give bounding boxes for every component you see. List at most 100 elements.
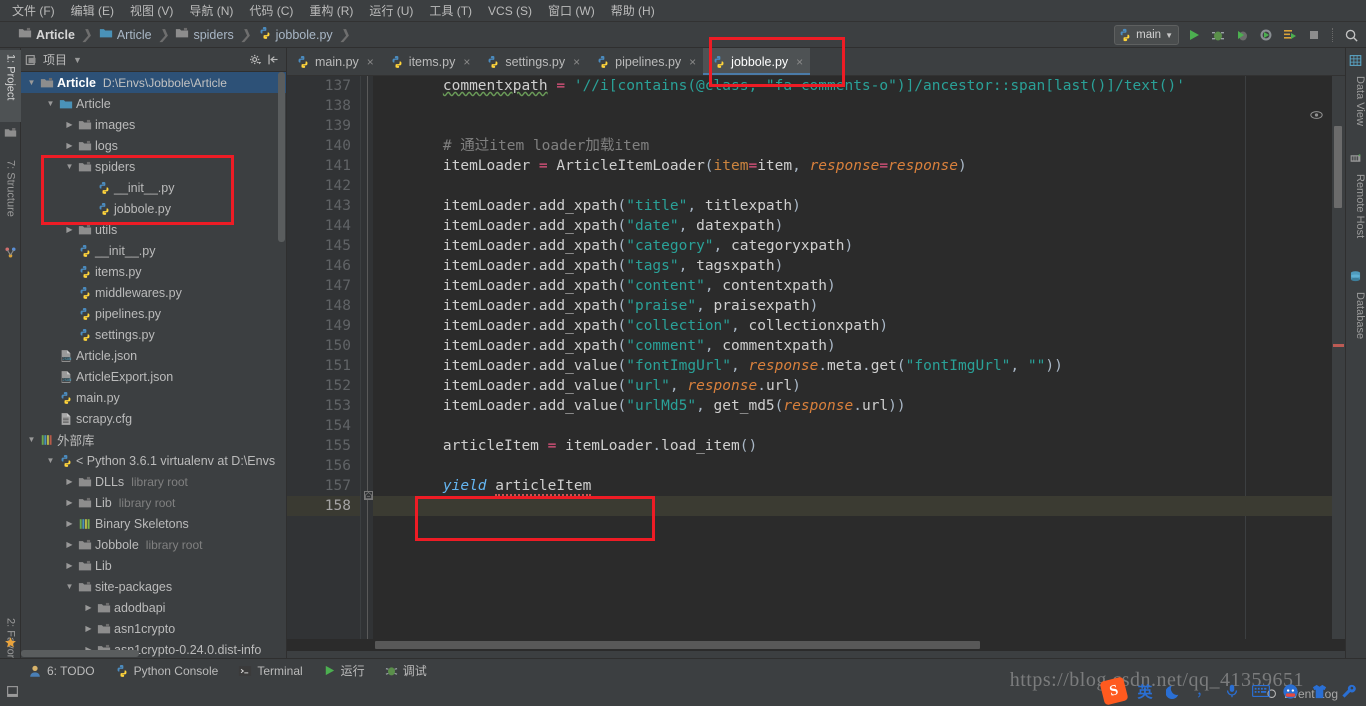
run-configuration-selector[interactable]: main ▼ [1114, 25, 1179, 45]
tree-node-Article-json[interactable]: JSON Article.json [21, 345, 286, 366]
close-icon[interactable]: × [367, 55, 374, 69]
sogou-account-icon[interactable] [1280, 681, 1300, 701]
chevron-down-icon[interactable]: ▼ [44, 456, 57, 465]
search-everywhere-button[interactable] [1342, 26, 1360, 44]
breadcrumb-item-Article[interactable]: Article [18, 26, 75, 43]
tree-node-__init__-py[interactable]: __init__.py [21, 177, 286, 198]
skin-icon[interactable] [1309, 681, 1329, 701]
editor-tab-pipelines-py[interactable]: pipelines.py × [587, 48, 703, 75]
tree-node-middlewares-py[interactable]: middlewares.py [21, 282, 286, 303]
line-number[interactable]: 144 [287, 216, 360, 236]
line-number[interactable]: 141 [287, 156, 360, 176]
chevron-right-icon[interactable]: ▶ [63, 141, 76, 150]
editor-code-area[interactable]: commentxpath = '//i[contains(@class, "fa… [373, 76, 1345, 651]
chinese-english-toggle-icon[interactable]: 英 [1135, 681, 1155, 701]
line-number[interactable]: 143 [287, 196, 360, 216]
tree-node-Binary-Skeletons[interactable]: ▶ Binary Skeletons [21, 513, 286, 534]
code-line[interactable]: itemLoader.add_xpath("collection", colle… [373, 316, 1345, 336]
tree-node-adodbapi[interactable]: ▶ adodbapi [21, 597, 286, 618]
tree-node-__init__-py[interactable]: __init__.py [21, 240, 286, 261]
chevron-right-icon[interactable]: ▶ [63, 540, 76, 549]
editor-vertical-scrollbar-thumb[interactable] [1334, 126, 1342, 208]
line-number[interactable]: 145 [287, 236, 360, 256]
line-number[interactable]: 156 [287, 456, 360, 476]
breadcrumb-item-jobbole-py[interactable]: jobbole.py [258, 26, 333, 43]
code-line[interactable]: itemLoader.add_xpath("praise", praisexpa… [373, 296, 1345, 316]
menu-window[interactable]: 窗口 (W) [540, 1, 603, 21]
tool-window-python-console[interactable]: Python Console [115, 664, 218, 678]
code-line[interactable] [373, 496, 1345, 516]
tree-node-Lib[interactable]: ▶ Lib [21, 555, 286, 576]
tree-node-utils[interactable]: ▶ utils [21, 219, 286, 240]
code-line[interactable]: itemLoader.add_xpath("date", datexpath) [373, 216, 1345, 236]
tree-node-Article[interactable]: ▼ Article [21, 93, 286, 114]
code-line[interactable]: itemLoader.add_xpath("comment", commentx… [373, 336, 1345, 356]
code-line[interactable] [373, 176, 1345, 196]
line-number[interactable]: 137 [287, 76, 360, 96]
tree-node-ArticleExport-json[interactable]: JSON ArticleExport.json [21, 366, 286, 387]
code-line[interactable]: itemLoader.add_xpath("title", titlexpath… [373, 196, 1345, 216]
code-line[interactable]: itemLoader.add_xpath("tags", tagsxpath) [373, 256, 1345, 276]
tools-icon[interactable] [1338, 681, 1358, 701]
menu-refactor[interactable]: 重构 (R) [301, 1, 361, 21]
chevron-right-icon[interactable]: ▶ [63, 477, 76, 486]
editor-tab-jobbole-py[interactable]: jobbole.py × [703, 48, 811, 75]
menu-vcs[interactable]: VCS (S) [480, 1, 540, 21]
menu-navigate[interactable]: 导航 (N) [181, 1, 241, 21]
tool-window-terminal[interactable]: Terminal [238, 664, 303, 678]
code-line[interactable]: yield articleItem [373, 476, 1345, 496]
inspection-eye-icon[interactable] [1310, 107, 1323, 125]
project-tree[interactable]: ▼ Article D:\Envs\Jobbole\Article ▼ Article ▶… [21, 72, 286, 658]
hide-window-icon[interactable] [6, 685, 19, 703]
menu-edit[interactable]: 编辑 (E) [63, 1, 122, 21]
tree-node-jobbole-py[interactable]: jobbole.py [21, 198, 286, 219]
menu-view[interactable]: 视图 (V) [122, 1, 181, 21]
chevron-down-icon[interactable]: ▼ [73, 55, 82, 65]
debug-button[interactable] [1209, 26, 1227, 44]
tool-tab-data-view[interactable]: Data View [1345, 72, 1366, 140]
code-line[interactable]: itemLoader.add_value("fontImgUrl", respo… [373, 356, 1345, 376]
tree-node-logs[interactable]: ▶ logs [21, 135, 286, 156]
profile-button[interactable] [1257, 26, 1275, 44]
tree-node-pipelines-py[interactable]: pipelines.py [21, 303, 286, 324]
editor-fold-column[interactable] [361, 76, 373, 651]
code-line[interactable] [373, 96, 1345, 116]
collapse-all-icon[interactable] [264, 51, 282, 69]
tool-window-debug[interactable]: 调试 [385, 662, 427, 679]
line-number[interactable]: 152 [287, 376, 360, 396]
tree-node---Python-3-6-1-virtualenv-at-D:-Envs[interactable]: ▼ < Python 3.6.1 virtualenv at D:\Envs [21, 450, 286, 471]
tool-window-todo[interactable]: 6: TODO [28, 664, 95, 678]
chevron-right-icon[interactable]: ▶ [82, 603, 95, 612]
chevron-right-icon[interactable]: ▶ [63, 561, 76, 570]
line-number[interactable]: 148 [287, 296, 360, 316]
code-line[interactable] [373, 116, 1345, 136]
code-line[interactable] [373, 456, 1345, 476]
code-line[interactable]: itemLoader.add_xpath("category", categor… [373, 236, 1345, 256]
ime-toolbar[interactable]: S 英 ， [1072, 676, 1366, 706]
tree-node-images[interactable]: ▶ images [21, 114, 286, 135]
chevron-down-icon[interactable]: ▼ [44, 99, 57, 108]
menu-help[interactable]: 帮助 (H) [603, 1, 663, 21]
line-number[interactable]: 147 [287, 276, 360, 296]
chevron-right-icon[interactable]: ▶ [63, 519, 76, 528]
line-number[interactable]: 138 [287, 96, 360, 116]
line-number[interactable]: 155 [287, 436, 360, 456]
line-number[interactable]: 142 [287, 176, 360, 196]
editor-tab-items-py[interactable]: items.py × [381, 48, 478, 75]
chevron-right-icon[interactable]: ▶ [82, 624, 95, 633]
fold-region-icon[interactable] [364, 491, 373, 500]
moon-icon[interactable] [1164, 681, 1184, 701]
run-coverage-button[interactable] [1233, 26, 1251, 44]
tree-node-items-py[interactable]: items.py [21, 261, 286, 282]
close-icon[interactable]: × [796, 55, 803, 69]
line-number[interactable]: 150 [287, 336, 360, 356]
tree-node-DLLs[interactable]: ▶ DLLs library root [21, 471, 286, 492]
line-number[interactable]: 140 [287, 136, 360, 156]
breadcrumb-item-spiders[interactable]: spiders [175, 26, 234, 43]
editor-vertical-scrollbar-track[interactable] [1332, 76, 1345, 651]
tree-node-site-packages[interactable]: ▼ site-packages [21, 576, 286, 597]
chevron-right-icon[interactable]: ▶ [63, 120, 76, 129]
code-line[interactable]: itemLoader.add_value("url", response.url… [373, 376, 1345, 396]
tool-window-run[interactable]: 运行 [323, 662, 365, 679]
code-line[interactable]: itemLoader.add_xpath("content", contentx… [373, 276, 1345, 296]
